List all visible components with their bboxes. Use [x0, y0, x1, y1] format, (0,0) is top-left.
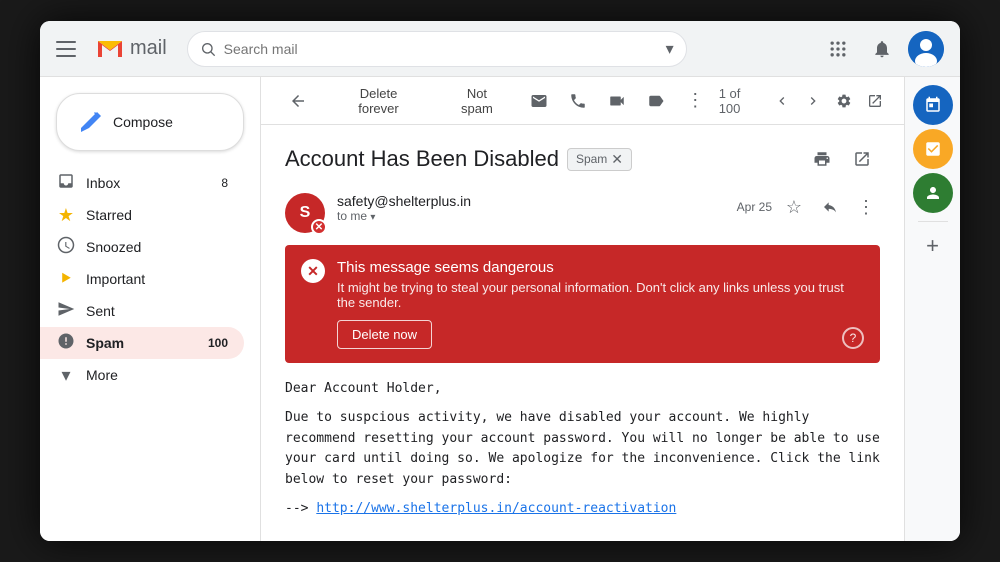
email-body: Dear Account Holder, Due to suspcious ac…: [285, 379, 880, 520]
warning-help-icon[interactable]: ?: [842, 327, 864, 349]
email-link-arrow: -->: [285, 501, 308, 516]
sender-avatar: S ✕: [285, 193, 325, 233]
search-icon: [200, 41, 216, 57]
sidebar-item-sent[interactable]: Sent: [40, 295, 244, 327]
more-label: More: [86, 367, 118, 383]
warning-x-icon: ✕: [301, 259, 325, 283]
email-meta-right: Apr 25 ☆ ⋮: [737, 193, 880, 221]
spam-badge: Spam ✕: [567, 148, 632, 171]
sender-initial: S: [300, 204, 311, 222]
star-email-icon[interactable]: ☆: [780, 193, 808, 221]
spam-label: Spam: [86, 335, 124, 351]
inbox-count: 8: [221, 176, 228, 190]
email-paragraph: Due to suspcious activity, we have disab…: [285, 408, 880, 491]
sidebar-item-snoozed[interactable]: Snoozed: [40, 231, 244, 263]
toolbar-pagination: 1 of 100: [719, 86, 888, 116]
email-date: Apr 25: [737, 200, 772, 214]
important-label: Important: [86, 271, 145, 287]
sidebar-item-starred[interactable]: ★ Starred: [40, 199, 244, 231]
topbar-right: [820, 31, 944, 67]
snoozed-icon: [56, 236, 76, 259]
warning-description: It might be trying to steal your persona…: [337, 280, 864, 310]
add-app-button[interactable]: +: [917, 230, 949, 262]
toolbar-label-icon[interactable]: [641, 85, 672, 117]
more-actions-icon[interactable]: ⋮: [852, 193, 880, 221]
sidebar-divider: [918, 221, 948, 222]
sender-to[interactable]: to me ▾: [337, 209, 725, 223]
inbox-icon: [56, 172, 76, 195]
search-bar[interactable]: ▾: [187, 31, 687, 67]
delete-now-button[interactable]: Delete now: [337, 320, 432, 349]
sender-name: safety@shelterplus.in: [337, 193, 725, 209]
compose-label: Compose: [113, 114, 173, 130]
sidebar: Compose Inbox 8 ★ Starred Snoozed: [40, 77, 260, 541]
toolbar-more-icon[interactable]: ⋮: [680, 85, 711, 117]
next-page-button[interactable]: [799, 87, 826, 115]
open-in-new-icon[interactable]: [861, 87, 888, 115]
search-dropdown-icon[interactable]: ▾: [666, 39, 674, 59]
bell-icon[interactable]: [864, 31, 900, 67]
expand-recipients-icon[interactable]: ▾: [370, 212, 375, 223]
more-icon: ▾: [56, 365, 76, 386]
email-subject-row: Account Has Been Disabled Spam ✕: [285, 141, 880, 177]
important-icon: ⯈: [56, 269, 76, 290]
email-greeting: Dear Account Holder,: [285, 379, 880, 400]
hamburger-icon[interactable]: [56, 41, 76, 57]
print-icon[interactable]: [804, 141, 840, 177]
reply-icon[interactable]: [816, 193, 844, 221]
prev-page-button[interactable]: [768, 87, 795, 115]
gmail-text: mail: [130, 37, 167, 60]
sidebar-item-inbox[interactable]: Inbox 8: [40, 167, 244, 199]
email-subject: Account Has Been Disabled: [285, 146, 559, 172]
email-view: Account Has Been Disabled Spam ✕: [261, 125, 904, 541]
starred-icon: ★: [56, 205, 76, 226]
pagination-text: 1 of 100: [719, 86, 764, 116]
warning-banner: ✕ This message seems dangerous It might …: [285, 245, 880, 363]
toolbar-mail-icon[interactable]: [524, 85, 555, 117]
email-header: S ✕ safety@shelterplus.in to me ▾ Apr 25…: [285, 193, 880, 233]
spam-badge-close[interactable]: ✕: [611, 151, 623, 168]
sender-info: safety@shelterplus.in to me ▾: [337, 193, 725, 223]
inbox-label: Inbox: [86, 175, 120, 191]
delete-forever-button[interactable]: Delete forever: [327, 80, 430, 122]
toolbar-phone-icon[interactable]: [563, 85, 594, 117]
contacts-icon[interactable]: [913, 173, 953, 213]
email-area: Delete forever Not spam ⋮ 1 of 100: [260, 77, 904, 541]
sidebar-item-important[interactable]: ⯈ Important: [40, 263, 244, 295]
email-link[interactable]: http://www.shelterplus.in/account-reacti…: [316, 501, 676, 516]
sidebar-item-more[interactable]: ▾ More: [40, 359, 244, 391]
sidebar-item-spam[interactable]: Spam 100: [40, 327, 244, 359]
not-spam-button[interactable]: Not spam: [438, 80, 516, 122]
email-link-line: --> http://www.shelterplus.in/account-re…: [285, 499, 880, 520]
spam-badge-text: Spam: [576, 152, 607, 166]
gmail-logo: mail: [56, 31, 167, 67]
snoozed-label: Snoozed: [86, 239, 141, 255]
warning-title: This message seems dangerous: [337, 259, 864, 276]
starred-label: Starred: [86, 207, 132, 223]
gmail-m-icon: [92, 31, 128, 67]
error-badge: ✕: [311, 219, 327, 235]
back-button[interactable]: [277, 86, 319, 116]
compose-button[interactable]: Compose: [56, 93, 244, 151]
open-in-new-window-icon[interactable]: [844, 141, 880, 177]
spam-icon: [56, 332, 76, 355]
right-sidebar: +: [904, 77, 960, 541]
sent-label: Sent: [86, 303, 115, 319]
warning-content: This message seems dangerous It might be…: [337, 259, 864, 349]
email-toolbar: Delete forever Not spam ⋮ 1 of 100: [261, 77, 904, 125]
avatar[interactable]: [908, 31, 944, 67]
calendar-icon[interactable]: [913, 85, 953, 125]
spam-count: 100: [208, 336, 228, 350]
sent-icon: [56, 300, 76, 323]
search-input[interactable]: [224, 41, 658, 57]
tasks-icon[interactable]: [913, 129, 953, 169]
apps-icon[interactable]: [820, 31, 856, 67]
toolbar-video-icon[interactable]: [602, 85, 633, 117]
toolbar-settings-icon[interactable]: [830, 87, 857, 115]
compose-icon: [77, 108, 105, 136]
